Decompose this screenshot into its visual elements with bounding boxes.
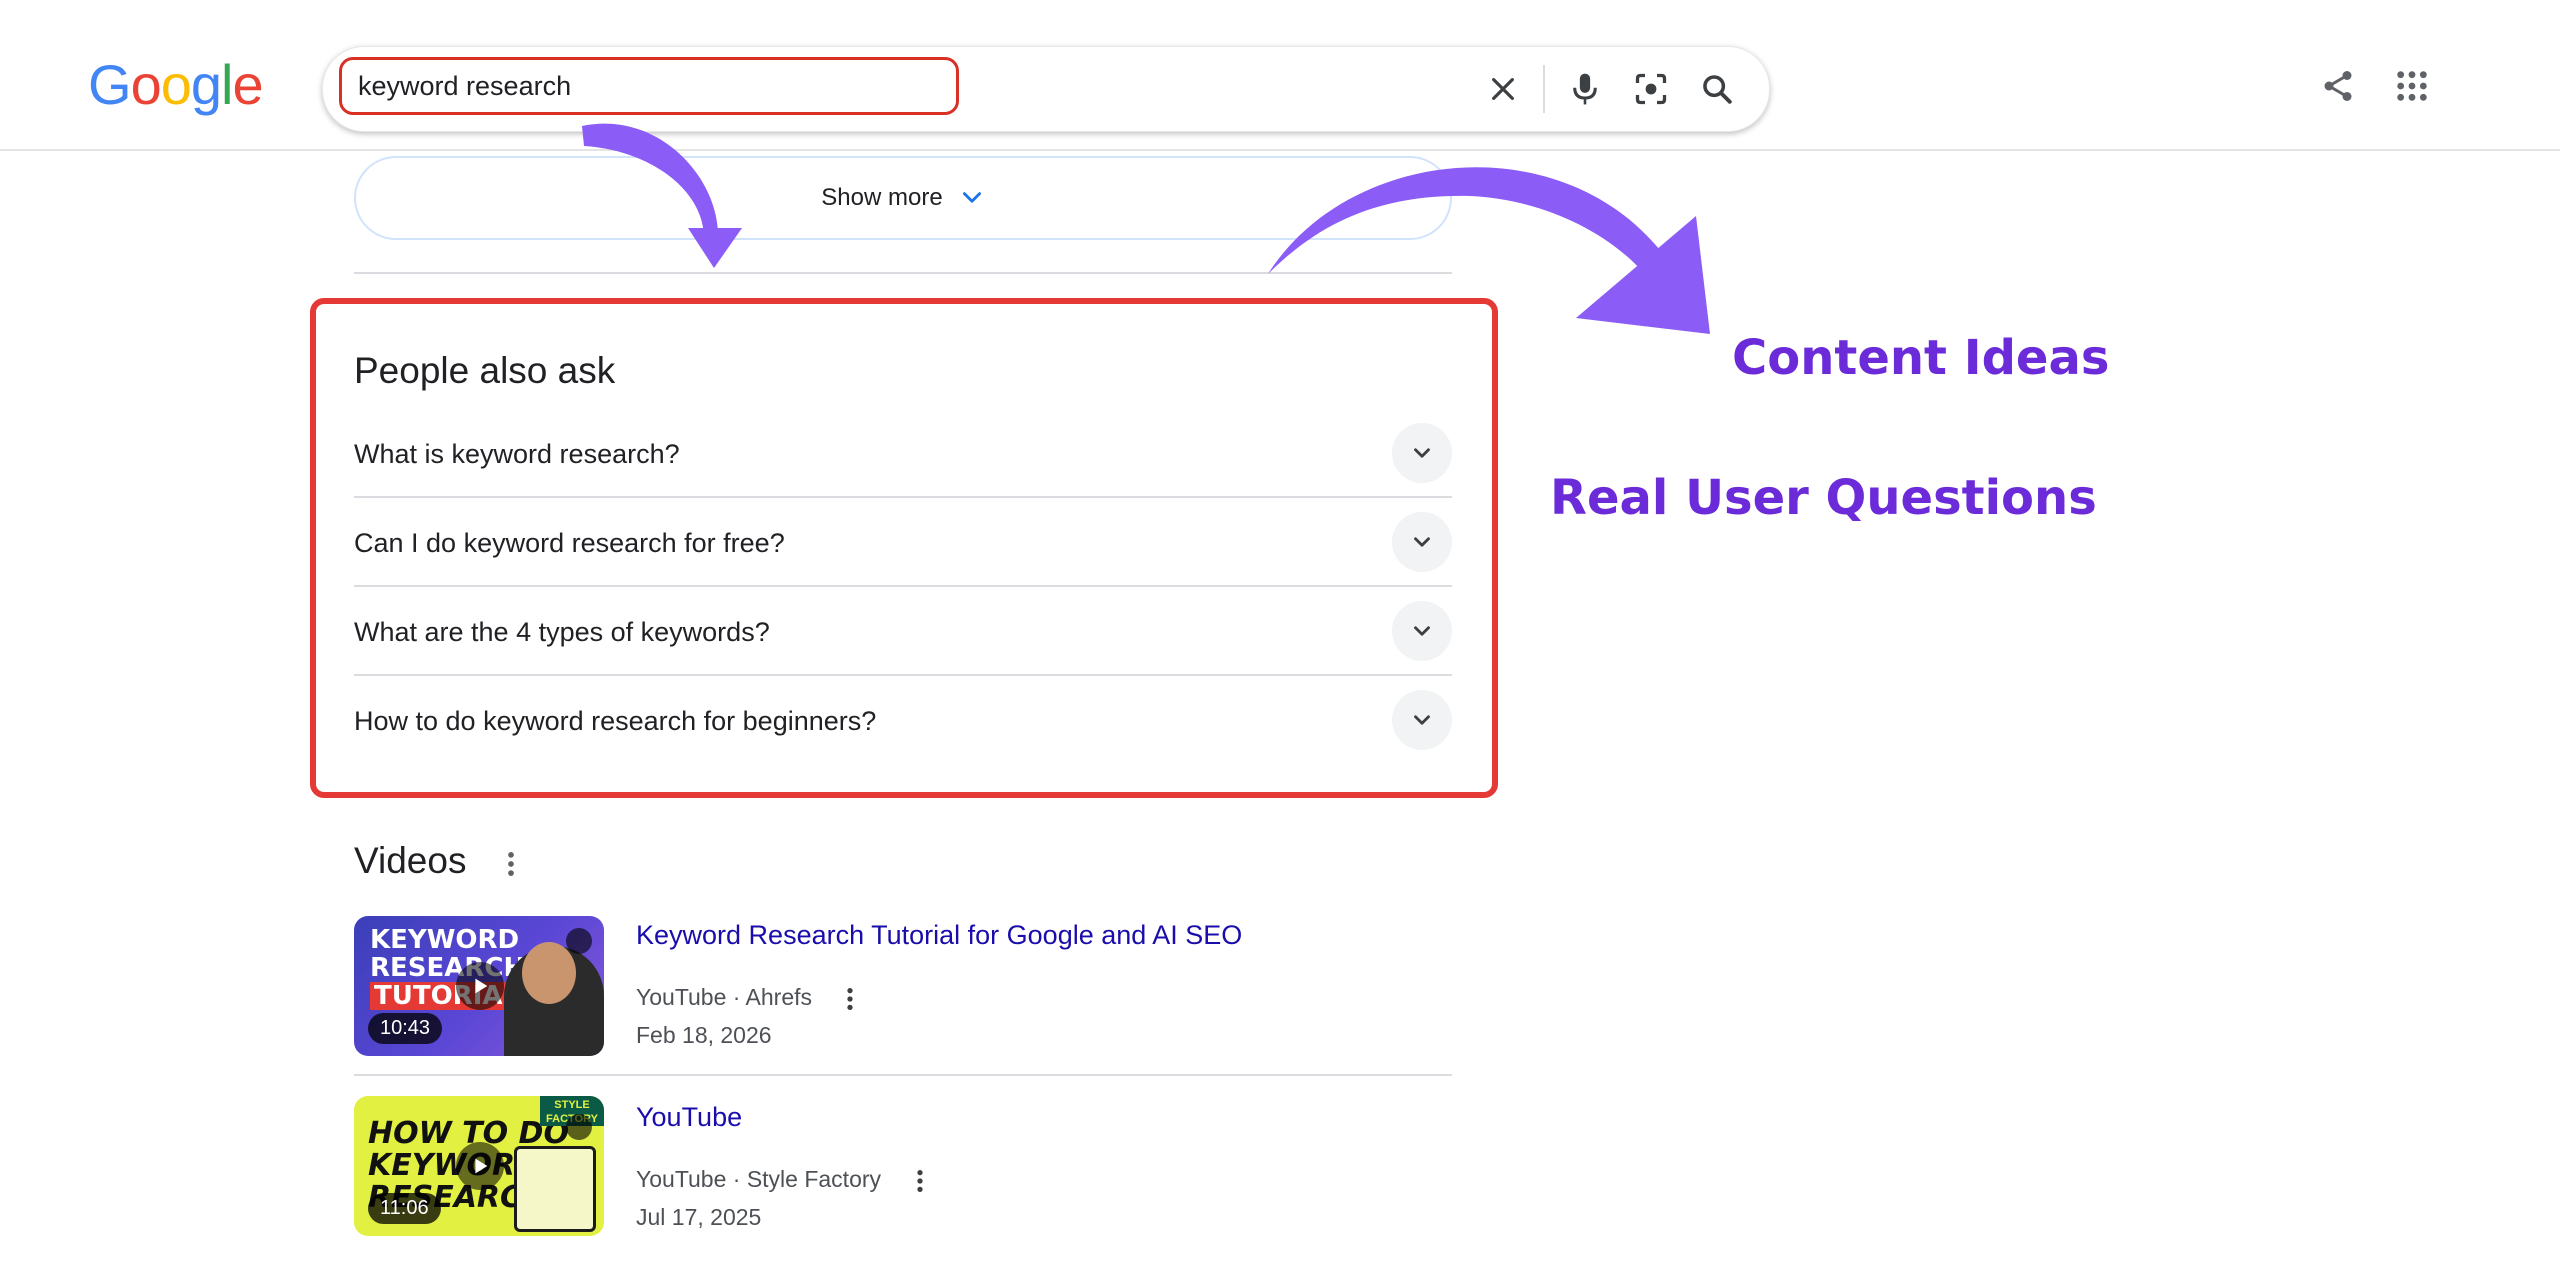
annotation-real-user-questions: Real User Questions [1550, 470, 2097, 526]
arrow-small-head [688, 228, 742, 268]
arrow-small-body [582, 123, 719, 238]
annotation-content-ideas: Content Ideas [1732, 330, 2110, 386]
annotation-arrows [582, 123, 1710, 334]
